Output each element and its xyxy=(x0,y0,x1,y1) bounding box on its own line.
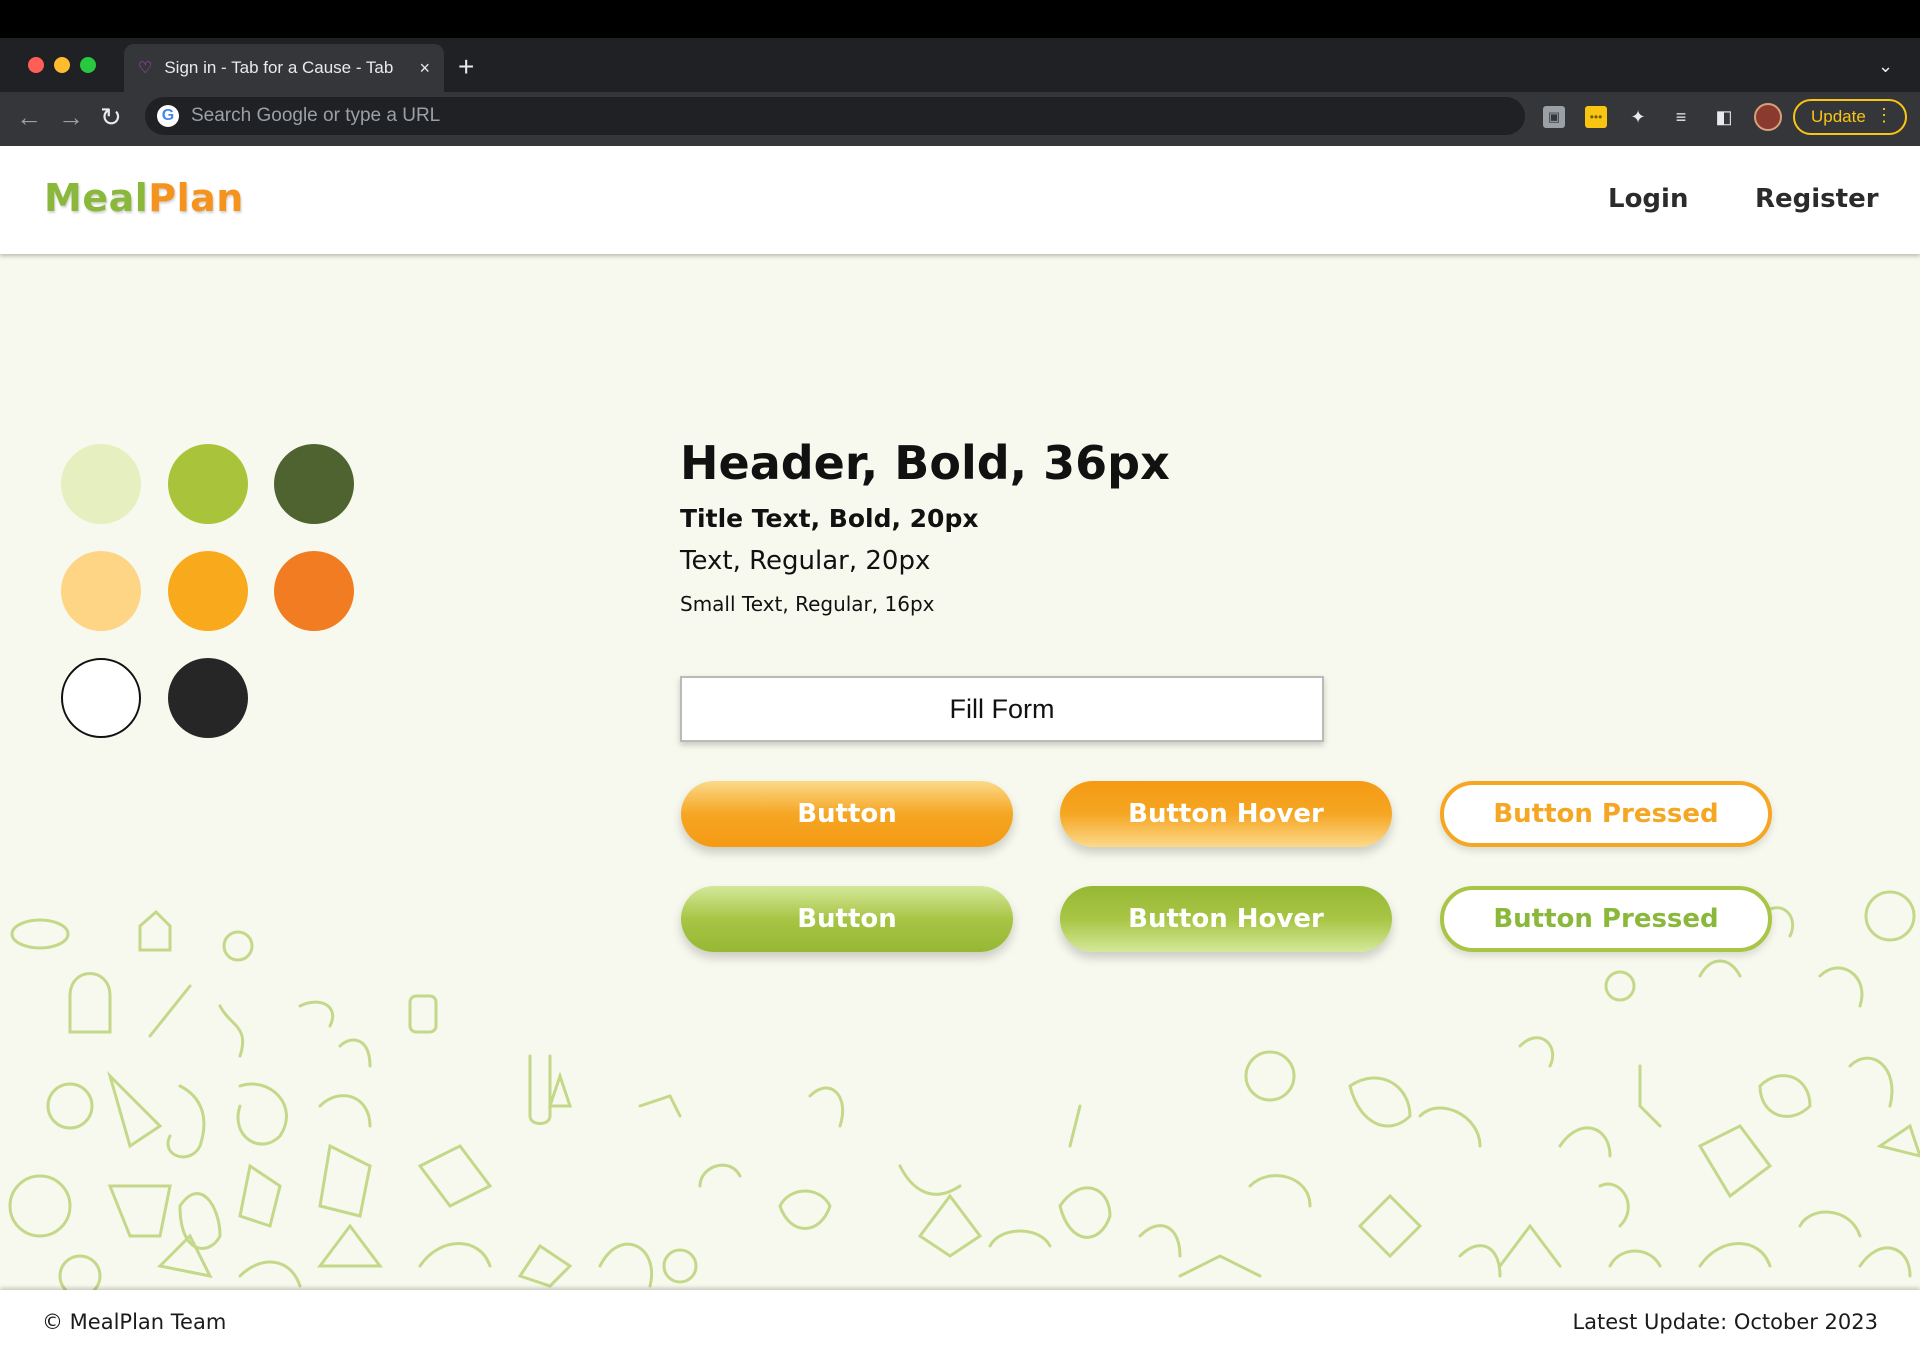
profile-avatar[interactable] xyxy=(1754,103,1782,131)
page-viewport: MealPlan Login Register Header, Bold, 36… xyxy=(0,146,1920,1371)
header-sample: Header, Bold, 36px xyxy=(680,436,1170,490)
forward-icon[interactable]: → xyxy=(58,102,84,132)
footer-copyright: © MealPlan Team xyxy=(42,1310,227,1334)
color-swatch-dark-green xyxy=(274,444,354,524)
orange-button[interactable]: Button xyxy=(681,781,1013,847)
color-swatch-orange xyxy=(274,551,354,631)
logo-plan-text: Plan xyxy=(148,176,244,220)
green-button-pressed[interactable]: Button Pressed xyxy=(1440,886,1772,952)
tab-search-button[interactable]: ⌄ xyxy=(1878,56,1893,77)
new-tab-button[interactable]: + xyxy=(458,53,474,81)
login-link[interactable]: Login xyxy=(1608,184,1688,214)
color-swatch-light-green xyxy=(61,444,141,524)
green-button[interactable]: Button xyxy=(681,886,1013,952)
reload-icon[interactable]: ↻ xyxy=(100,102,122,132)
small-text-sample: Small Text, Regular, 16px xyxy=(680,592,935,616)
window-close-button[interactable] xyxy=(28,57,44,73)
title-text-sample: Title Text, Bold, 20px xyxy=(680,504,979,533)
window-zoom-button[interactable] xyxy=(80,57,96,73)
address-bar-placeholder: Search Google or type a URL xyxy=(191,105,441,126)
screen-top-bar xyxy=(0,0,1920,38)
reading-list-icon[interactable]: ≡ xyxy=(1670,106,1692,128)
browser-tab[interactable]: ♡ Sign in - Tab for a Cause - Tab × xyxy=(124,44,444,92)
window-minimize-button[interactable] xyxy=(54,57,70,73)
side-panel-icon[interactable]: ◧ xyxy=(1713,106,1735,128)
google-icon: G xyxy=(157,105,179,127)
site-footer: © MealPlan Team Latest Update: October 2… xyxy=(0,1290,1920,1371)
tab-close-icon[interactable]: × xyxy=(419,58,430,79)
color-swatch-light-orange xyxy=(61,551,141,631)
update-button[interactable]: Update ⋮ xyxy=(1793,99,1907,135)
footer-latest-update: Latest Update: October 2023 xyxy=(1572,1310,1878,1334)
color-swatch-white xyxy=(61,658,141,738)
color-swatch-green xyxy=(168,444,248,524)
tab-title: Sign in - Tab for a Cause - Tab xyxy=(164,58,394,77)
menu-dots-icon: ⋮ xyxy=(1875,105,1893,125)
register-link[interactable]: Register xyxy=(1755,184,1879,214)
orange-button-hover[interactable]: Button Hover xyxy=(1060,781,1392,847)
color-swatch-black xyxy=(168,658,248,738)
mealplan-logo[interactable]: MealPlan xyxy=(44,176,244,220)
extension-icon[interactable]: ▣ xyxy=(1543,106,1565,128)
extension-icon[interactable]: ••• xyxy=(1585,106,1607,128)
text-sample: Text, Regular, 20px xyxy=(680,546,931,576)
site-header: MealPlan Login Register xyxy=(0,146,1920,254)
update-label: Update xyxy=(1811,107,1866,126)
orange-button-pressed[interactable]: Button Pressed xyxy=(1440,781,1772,847)
back-icon[interactable]: ← xyxy=(16,102,42,132)
address-bar[interactable]: G Search Google or type a URL xyxy=(145,97,1525,135)
green-button-hover[interactable]: Button Hover xyxy=(1060,886,1392,952)
color-swatch-amber xyxy=(168,551,248,631)
fill-form-input[interactable]: Fill Form xyxy=(680,676,1324,742)
logo-meal-text: Meal xyxy=(44,176,149,220)
puzzle-icon[interactable]: ✦ xyxy=(1627,106,1649,128)
tab-favicon-icon: ♡ xyxy=(138,60,153,77)
